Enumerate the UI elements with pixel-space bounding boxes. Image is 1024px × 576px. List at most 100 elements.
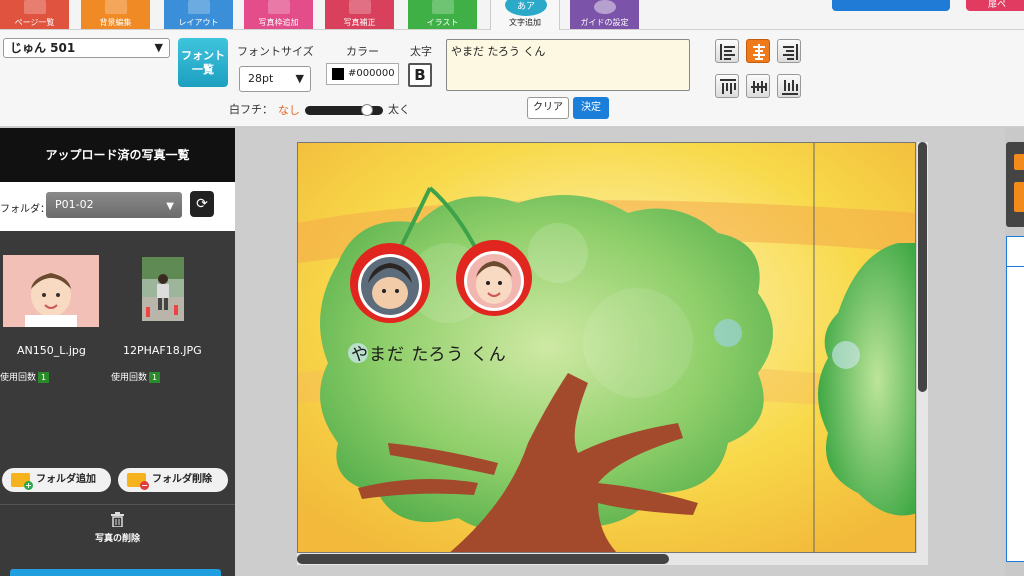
delete-folder-label: フォルダ削除 bbox=[152, 474, 212, 485]
refresh-icon: ⟳ bbox=[196, 196, 208, 212]
tab-add-text[interactable]: あア 文字追加 bbox=[490, 0, 560, 30]
top-red-button-label: 扉ペ bbox=[988, 0, 1007, 10]
outline-label: 白フチ： bbox=[229, 103, 273, 116]
photo-thumbnail[interactable] bbox=[3, 255, 99, 327]
main-tab-bar: ページ一覧 背景編集 レイアウト 写真枠追加 写真補正 イラスト あア 文字追加… bbox=[0, 0, 1024, 30]
photo-adjust-icon bbox=[349, 0, 371, 14]
valign-middle-icon bbox=[751, 81, 767, 93]
horizontal-scrollbar[interactable] bbox=[297, 553, 928, 565]
confirm-button[interactable]: 決定 bbox=[573, 97, 609, 119]
font-select[interactable]: じゅん 501 ▼ bbox=[3, 38, 170, 58]
speech-bubble-icon: あア bbox=[505, 0, 547, 16]
right-tool-tabs bbox=[1006, 142, 1024, 227]
font-list-button[interactable]: フォント 一覧 bbox=[178, 38, 228, 87]
valign-bottom-icon bbox=[782, 80, 798, 95]
folder-label: フォルダ： bbox=[0, 204, 50, 215]
text-toolbar: じゅん 501 ▼ フォント 一覧 フォントサイズ 28pt ▼ カラー #00… bbox=[0, 30, 1024, 127]
bold-label: 太字 bbox=[410, 45, 432, 58]
color-value: #000000 bbox=[348, 68, 395, 79]
right-tab-button[interactable] bbox=[1014, 182, 1024, 212]
scroll-thumb[interactable] bbox=[297, 554, 669, 564]
guide-grid-icon bbox=[594, 0, 616, 14]
tab-photo-correction-label: 写真補正 bbox=[343, 18, 376, 27]
book-icon bbox=[24, 0, 46, 14]
tab-guide-settings-label: ガイドの設定 bbox=[580, 18, 629, 27]
comment-icon[interactable] bbox=[1007, 237, 1024, 267]
valign-bottom-button[interactable] bbox=[777, 74, 801, 98]
usage-badge: 1 bbox=[149, 372, 161, 383]
font-list-button-line1: フォント bbox=[181, 49, 225, 62]
photo-thumbnail[interactable] bbox=[142, 257, 184, 321]
photo-frame-icon bbox=[268, 0, 290, 14]
delete-photo-label: 写真の削除 bbox=[94, 534, 140, 544]
tab-illustration[interactable]: イラスト bbox=[408, 0, 477, 29]
font-size-value: 28pt bbox=[248, 72, 274, 85]
album-page[interactable]: やまだ たろう くん bbox=[297, 142, 916, 553]
align-center-icon bbox=[753, 44, 765, 60]
delete-folder-button[interactable]: − フォルダ削除 bbox=[118, 468, 228, 492]
blue-action-button[interactable] bbox=[10, 569, 221, 576]
align-left-button[interactable] bbox=[715, 39, 739, 63]
valign-top-button[interactable] bbox=[715, 74, 739, 98]
tab-photo-correction[interactable]: 写真補正 bbox=[325, 0, 394, 29]
tab-guide-settings[interactable]: ガイドの設定 bbox=[570, 0, 639, 29]
folder-add-icon: + bbox=[11, 473, 33, 490]
page-name-text[interactable]: やまだ たろう くん bbox=[351, 340, 507, 365]
tab-add-photo-frame[interactable]: 写真枠追加 bbox=[244, 0, 313, 29]
chevron-down-icon: ▼ bbox=[166, 201, 174, 212]
outline-slider[interactable] bbox=[305, 104, 383, 116]
usage-count: 使用回数 1 bbox=[111, 370, 161, 383]
font-select-value: じゅん 501 bbox=[10, 41, 76, 55]
tab-page-list-label: ページ一覧 bbox=[14, 18, 55, 27]
usage-badge: 1 bbox=[38, 372, 50, 383]
outline-thick-label: 太く bbox=[388, 103, 410, 116]
tab-page-list[interactable]: ページ一覧 bbox=[0, 0, 69, 29]
slider-handle[interactable] bbox=[361, 104, 373, 116]
valign-middle-button[interactable] bbox=[746, 74, 770, 98]
font-size-label: フォントサイズ bbox=[237, 45, 314, 58]
color-swatch bbox=[332, 68, 344, 80]
tab-background-edit[interactable]: 背景編集 bbox=[81, 0, 150, 29]
tab-background-edit-label: 背景編集 bbox=[99, 18, 132, 27]
uploaded-photos-panel: アップロード済の写真一覧 フォルダ： P01-02 ▼ ⟳ AN150_L.jp… bbox=[0, 128, 235, 576]
chevron-down-icon: ▼ bbox=[295, 72, 304, 85]
illustration-icon bbox=[432, 0, 454, 14]
scroll-thumb[interactable] bbox=[918, 142, 927, 392]
color-label: カラー bbox=[346, 45, 379, 58]
clear-button[interactable]: クリア bbox=[527, 97, 569, 119]
usage-label: 使用回数 bbox=[0, 373, 37, 383]
tab-add-photo-frame-label: 写真枠追加 bbox=[258, 18, 299, 27]
folder-select-value: P01-02 bbox=[55, 198, 94, 211]
font-size-select[interactable]: 28pt ▼ bbox=[239, 66, 311, 92]
top-blue-button[interactable] bbox=[832, 0, 950, 11]
background-icon bbox=[105, 0, 127, 14]
align-center-button[interactable] bbox=[746, 39, 770, 63]
valign-top-icon bbox=[720, 79, 736, 94]
divider bbox=[0, 504, 235, 505]
trash-icon bbox=[111, 512, 124, 527]
photo-filename: AN150_L.jpg bbox=[17, 344, 86, 357]
add-folder-button[interactable]: + フォルダ追加 bbox=[2, 468, 111, 492]
right-tab-button[interactable] bbox=[1014, 154, 1024, 170]
outline-none-label: なし bbox=[278, 104, 300, 117]
color-picker[interactable]: #000000 bbox=[326, 63, 399, 85]
top-red-button[interactable]: 扉ペ bbox=[966, 0, 1024, 11]
add-folder-label: フォルダ追加 bbox=[36, 474, 96, 485]
folder-select[interactable]: P01-02 ▼ bbox=[46, 192, 182, 218]
align-left-icon bbox=[720, 44, 735, 60]
chevron-down-icon: ▼ bbox=[154, 41, 163, 54]
align-right-button[interactable] bbox=[777, 39, 801, 63]
text-input[interactable]: やまだ たろう くん bbox=[446, 39, 690, 91]
align-right-icon bbox=[783, 44, 798, 60]
refresh-button[interactable]: ⟳ bbox=[190, 191, 214, 217]
tab-layout[interactable]: レイアウト bbox=[164, 0, 233, 29]
delete-photo-button[interactable]: 写真の削除 bbox=[0, 512, 235, 544]
folder-row: フォルダ： P01-02 ▼ ⟳ bbox=[0, 182, 235, 231]
usage-label: 使用回数 bbox=[111, 373, 148, 383]
vertical-scrollbar[interactable] bbox=[917, 142, 928, 553]
usage-count: 使用回数 1 bbox=[0, 370, 50, 383]
tab-add-text-label: 文字追加 bbox=[509, 18, 541, 27]
bold-button[interactable]: B bbox=[408, 63, 432, 87]
folder-delete-icon: − bbox=[127, 473, 149, 490]
panel-title: アップロード済の写真一覧 bbox=[0, 128, 235, 182]
